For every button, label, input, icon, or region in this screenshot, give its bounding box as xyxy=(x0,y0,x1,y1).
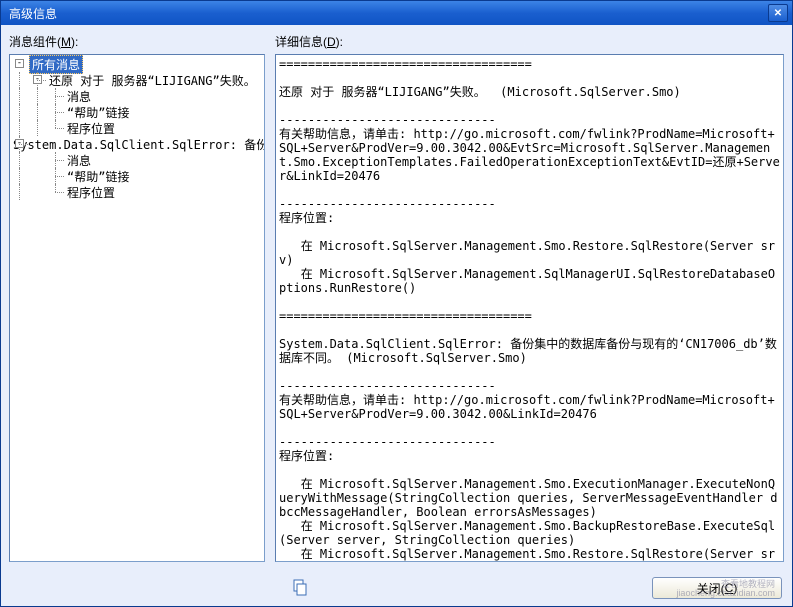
tree-row[interactable]: 程序位置 xyxy=(11,120,263,136)
tree-row[interactable]: 消息 xyxy=(11,88,263,104)
tree-node-label[interactable]: 程序位置 xyxy=(65,120,117,137)
details-textbox[interactable]: =================================== 还原 对… xyxy=(275,54,784,562)
tree-node-label[interactable]: 还原 对于 服务器“LIJIGANG”失败。 xyxy=(47,72,258,89)
tree-node-label[interactable]: 消息 xyxy=(65,88,93,105)
tree-row[interactable]: -所有消息 xyxy=(11,56,263,72)
details-label: 详细信息(D): xyxy=(275,33,784,50)
tree-node-label[interactable]: 消息 xyxy=(65,152,93,169)
tree-row[interactable]: 程序位置 xyxy=(11,184,263,200)
dialog-body: 消息组件(M): -所有消息-还原 对于 服务器“LIJIGANG”失败。消息“… xyxy=(1,25,792,570)
dialog-footer: 关闭(C) 查看地教程网 jiaocheng.chazidian.com xyxy=(1,570,792,606)
collapse-icon[interactable]: - xyxy=(15,139,24,148)
tree-row[interactable]: “帮助”链接 xyxy=(11,104,263,120)
tree-node-label[interactable]: “帮助”链接 xyxy=(65,104,131,121)
tree-row[interactable]: “帮助”链接 xyxy=(11,168,263,184)
collapse-icon[interactable]: - xyxy=(33,75,42,84)
window-title: 高级信息 xyxy=(9,5,768,22)
close-icon[interactable]: ✕ xyxy=(768,4,788,22)
right-pane: 详细信息(D): ===============================… xyxy=(275,33,784,562)
message-tree[interactable]: -所有消息-还原 对于 服务器“LIJIGANG”失败。消息“帮助”链接程序位置… xyxy=(9,54,265,562)
tree-node-label[interactable]: 程序位置 xyxy=(65,184,117,201)
copy-icon[interactable] xyxy=(291,579,309,597)
left-pane: 消息组件(M): -所有消息-还原 对于 服务器“LIJIGANG”失败。消息“… xyxy=(9,33,265,562)
tree-node-label[interactable]: “帮助”链接 xyxy=(65,168,131,185)
close-button[interactable]: 关闭(C) 查看地教程网 jiaocheng.chazidian.com xyxy=(652,577,782,599)
dialog-window: 高级信息 ✕ 消息组件(M): -所有消息-还原 对于 服务器“LIJIGANG… xyxy=(0,0,793,607)
collapse-icon[interactable]: - xyxy=(15,59,24,68)
message-components-label: 消息组件(M): xyxy=(9,33,265,50)
tree-row[interactable]: -还原 对于 服务器“LIJIGANG”失败。 xyxy=(11,72,263,88)
tree-row[interactable]: 消息 xyxy=(11,152,263,168)
tree-row[interactable]: -System.Data.SqlClient.SqlError: 备份集中的数据… xyxy=(11,136,263,152)
tree-node-label[interactable]: System.Data.SqlClient.SqlError: 备份集中的数据库… xyxy=(11,136,265,153)
titlebar: 高级信息 ✕ xyxy=(1,1,792,25)
